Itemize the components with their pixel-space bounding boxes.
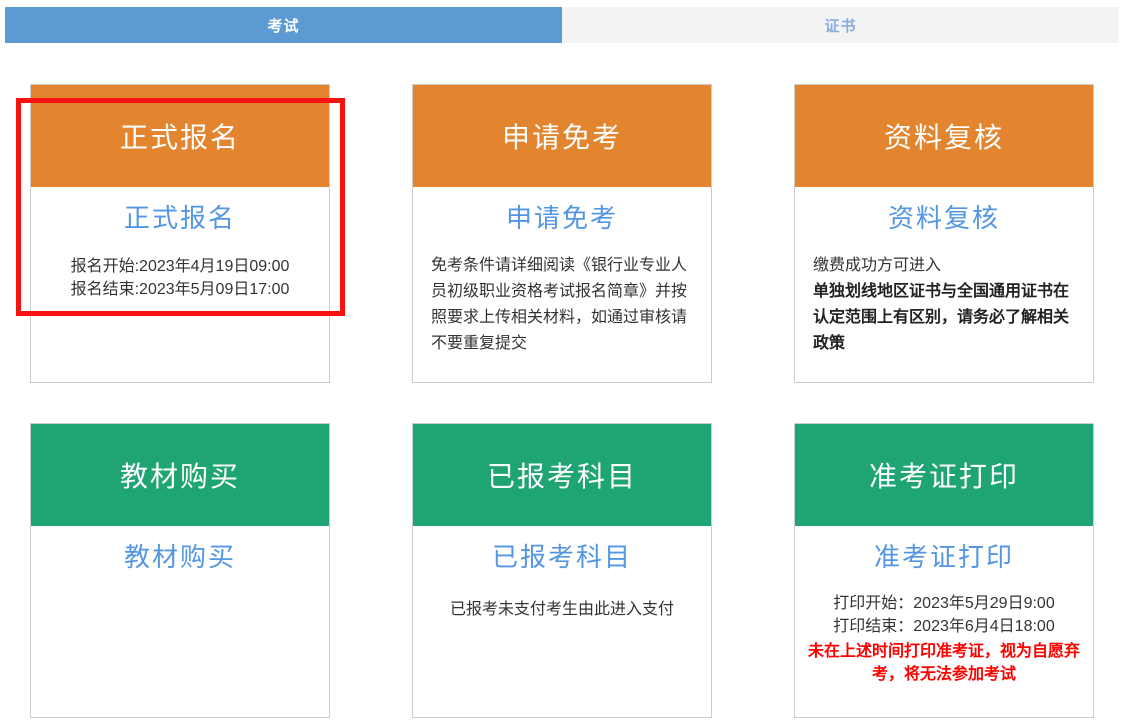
registration-start-date: 报名开始:2023年4月19日09:00: [31, 255, 329, 278]
card-admission-ticket-print: 准考证打印 准考证打印 打印开始：2023年5月29日9:00 打印结束：202…: [794, 423, 1094, 718]
material-review-link[interactable]: 资料复核: [795, 199, 1093, 237]
registration-end-date: 报名结束:2023年5月09日17:00: [31, 278, 329, 301]
formal-registration-link[interactable]: 正式报名: [31, 199, 329, 237]
tab-certificate[interactable]: 证书: [562, 7, 1119, 43]
review-entry-note: 缴费成功方可进入: [813, 253, 1077, 279]
registered-subjects-link[interactable]: 已报考科目: [413, 538, 711, 576]
exam-portal-page: 考试 证书 正式报名 正式报名 报名开始:2023年4月19日09:00 报名结…: [0, 0, 1124, 723]
print-start-date: 打印开始：2023年5月29日9:00: [795, 592, 1093, 615]
card-registered-subjects: 已报考科目 已报考科目 已报考未支付考生由此进入支付: [412, 423, 712, 718]
card-header: 申请免考: [413, 85, 711, 187]
card-formal-registration: 正式报名 正式报名 报名开始:2023年4月19日09:00 报名结束:2023…: [30, 84, 330, 383]
card-textbook-purchase: 教材购买 教材购买: [30, 423, 330, 718]
exemption-note: 免考条件请详细阅读《银行业专业人员初级职业资格考试报名简章》并按照要求上传相关材…: [431, 253, 695, 357]
tab-exam[interactable]: 考试: [5, 7, 562, 43]
payment-entry-note: 已报考未支付考生由此进入支付: [413, 598, 711, 621]
registration-dates: 报名开始:2023年4月19日09:00 报名结束:2023年5月09日17:0…: [31, 255, 329, 301]
card-header: 教材购买: [31, 424, 329, 526]
tab-bar: 考试 证书: [5, 7, 1119, 43]
cards-grid: 正式报名 正式报名 报名开始:2023年4月19日09:00 报名结束:2023…: [30, 84, 1094, 718]
print-dates: 打印开始：2023年5月29日9:00 打印结束：2023年6月4日18:00: [795, 592, 1093, 638]
admission-ticket-print-link[interactable]: 准考证打印: [795, 538, 1093, 576]
print-end-date: 打印结束：2023年6月4日18:00: [795, 615, 1093, 638]
review-policy-note: 单独划线地区证书与全国通用证书在认定范围上有区别，请务必了解相关政策: [813, 279, 1077, 357]
card-header: 正式报名: [31, 85, 329, 187]
card-header: 准考证打印: [795, 424, 1093, 526]
card-exemption-application: 申请免考 申请免考 免考条件请详细阅读《银行业专业人员初级职业资格考试报名简章》…: [412, 84, 712, 383]
print-warning: 未在上述时间打印准考证，视为自愿弃考，将无法参加考试: [804, 640, 1084, 686]
textbook-purchase-link[interactable]: 教材购买: [31, 538, 329, 576]
review-notes: 缴费成功方可进入 单独划线地区证书与全国通用证书在认定范围上有区别，请务必了解相…: [813, 253, 1077, 357]
exemption-application-link[interactable]: 申请免考: [413, 199, 711, 237]
card-header: 资料复核: [795, 85, 1093, 187]
card-material-review: 资料复核 资料复核 缴费成功方可进入 单独划线地区证书与全国通用证书在认定范围上…: [794, 84, 1094, 383]
card-header: 已报考科目: [413, 424, 711, 526]
